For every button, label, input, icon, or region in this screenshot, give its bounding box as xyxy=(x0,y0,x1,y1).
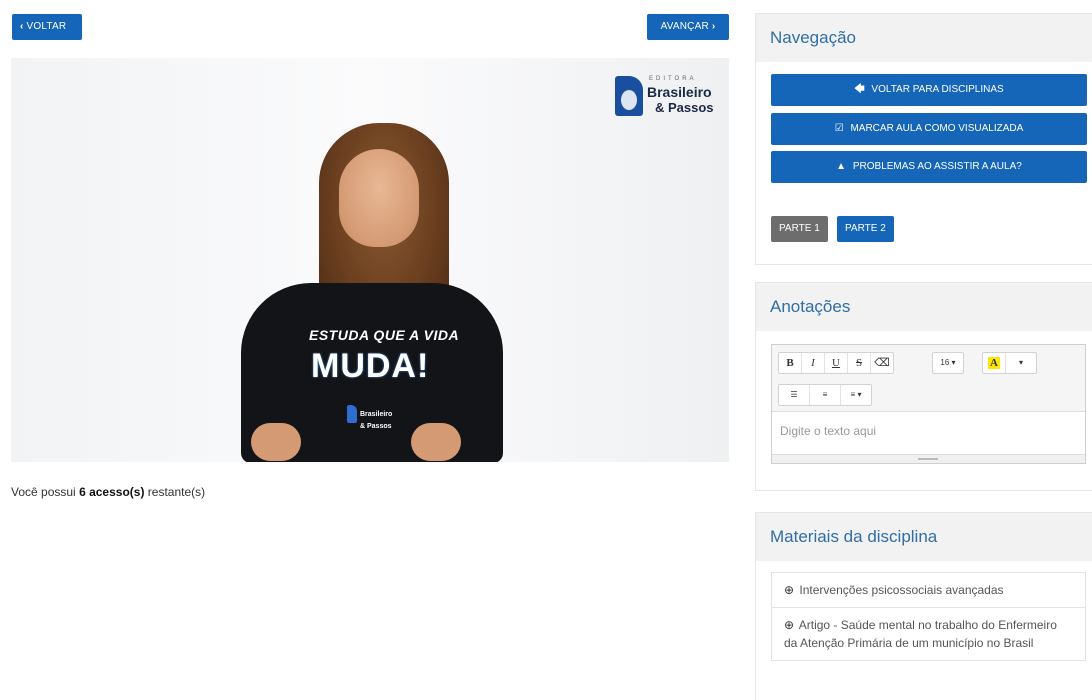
font-size-group: 16 ▾ xyxy=(932,352,964,374)
brand-small-text: EDITORA xyxy=(649,76,697,82)
shirt-logo-line2: & Passos xyxy=(360,423,392,430)
editor-resize-handle[interactable] xyxy=(772,454,1085,463)
back-to-disciplines-button[interactable]: 🡄 VOLTAR PARA DISCIPLINAS xyxy=(771,74,1087,106)
navigation-panel: Navegação 🡄 VOLTAR PARA DISCIPLINAS ☑ MA… xyxy=(756,14,1092,264)
chevron-left-icon: ‹ xyxy=(20,21,24,32)
access-count: 6 acesso(s) xyxy=(79,485,145,499)
access-prefix: Você possui xyxy=(11,485,76,499)
arrow-left-icon: 🡄 xyxy=(854,84,865,95)
mark-viewed-label: MARCAR AULA COMO VISUALIZADA xyxy=(850,123,1024,134)
highlight-icon: A xyxy=(988,357,1000,369)
shirt-logo-line1: Brasileiro xyxy=(360,410,393,418)
shirt-logo: Brasileiro & Passos xyxy=(347,405,401,431)
shirt-text-line1: ESTUDA QUE A VIDA xyxy=(309,327,460,343)
presenter-face xyxy=(339,149,419,247)
highlight-group: A ▾ xyxy=(982,352,1037,374)
back-button[interactable]: ‹ VOLTAR xyxy=(12,14,82,40)
mark-viewed-button[interactable]: ☑ MARCAR AULA COMO VISUALIZADA xyxy=(771,113,1087,145)
brand-mark-icon xyxy=(615,76,643,116)
materials-title: Materiais da disciplina xyxy=(756,513,1092,561)
part-2-button[interactable]: PARTE 2 xyxy=(837,216,894,242)
shirt-logo-mark-icon xyxy=(347,405,357,423)
notes-title: Anotações xyxy=(756,283,1092,331)
access-remaining-text: Você possui 6 acesso(s) restante(s) xyxy=(11,485,205,499)
presenter-right-hand xyxy=(411,423,461,461)
materials-list: ⊕ Intervenções psicossociais avançadas ⊕… xyxy=(771,572,1086,661)
brand-line1: Brasileiro xyxy=(647,84,712,100)
video-player[interactable]: EDITORA Brasileiro & Passos ESTUDA QUE A… xyxy=(11,58,729,462)
report-problem-label: PROBLEMAS AO ASSISTIR A AULA? xyxy=(852,161,1022,172)
chevron-right-icon: › xyxy=(711,21,716,32)
presenter-image: ESTUDA QUE A VIDA MUDA! Brasileiro & Pas… xyxy=(231,123,521,462)
back-label: VOLTAR xyxy=(26,21,67,32)
align-dropdown[interactable]: ≡ ▾ xyxy=(841,385,871,405)
italic-button[interactable]: I xyxy=(802,353,825,373)
brand-line2: & Passos xyxy=(655,100,714,115)
notes-text-area[interactable]: Digite o texto aqui xyxy=(772,412,1085,450)
navigation-title: Navegação xyxy=(756,14,1092,62)
material-item[interactable]: ⊕ Artigo - Saúde mental no trabalho do E… xyxy=(771,607,1086,661)
list-align-group: ☰ ≡ ≡ ▾ xyxy=(778,384,872,406)
underline-button[interactable]: U xyxy=(825,353,848,373)
check-square-icon: ☑ xyxy=(834,123,844,134)
ordered-list-icon[interactable]: ≡ xyxy=(810,385,841,405)
font-size-dropdown[interactable]: 16 ▾ xyxy=(933,353,963,373)
next-button[interactable]: AVANÇAR › xyxy=(647,14,729,40)
notes-editor: B I U S ⌫ 16 ▾ A ▾ ☰ ≡ ≡ ▾ Digite o text… xyxy=(771,344,1086,464)
access-suffix: restante(s) xyxy=(147,485,206,499)
highlight-dropdown-caret[interactable]: ▾ xyxy=(1006,353,1036,373)
warning-icon: ▲ xyxy=(836,161,847,172)
presenter-left-hand xyxy=(251,423,301,461)
next-label: AVANÇAR xyxy=(660,21,709,32)
unordered-list-icon[interactable]: ☰ xyxy=(779,385,810,405)
eraser-icon[interactable]: ⌫ xyxy=(871,353,893,373)
part-1-button[interactable]: PARTE 1 xyxy=(771,216,828,242)
strikethrough-button[interactable]: S xyxy=(848,353,871,373)
format-button-group: B I U S ⌫ xyxy=(778,352,894,374)
report-problem-button[interactable]: ▲ PROBLEMAS AO ASSISTIR A AULA? xyxy=(771,151,1087,183)
download-circle-icon: ⊕ xyxy=(784,583,795,597)
material-item[interactable]: ⊕ Intervenções psicossociais avançadas xyxy=(771,572,1086,608)
materials-panel: Materiais da disciplina ⊕ Intervenções p… xyxy=(756,513,1092,700)
bold-button[interactable]: B xyxy=(779,353,802,373)
material-label: Artigo - Saúde mental no trabalho do Enf… xyxy=(784,618,1057,650)
notes-panel: Anotações B I U S ⌫ 16 ▾ A ▾ ☰ ≡ ≡ ▾ Dig… xyxy=(756,283,1092,490)
brand-logo: EDITORA Brasileiro & Passos xyxy=(615,74,715,118)
editor-toolbar: B I U S ⌫ 16 ▾ A ▾ ☰ ≡ ≡ ▾ xyxy=(772,345,1085,412)
back-to-disciplines-label: VOLTAR PARA DISCIPLINAS xyxy=(871,84,1004,95)
download-circle-icon: ⊕ xyxy=(784,618,795,632)
highlight-color-button[interactable]: A xyxy=(983,353,1006,373)
material-label: Intervenções psicossociais avançadas xyxy=(799,583,1004,597)
shirt-text-line2: MUDA! xyxy=(311,347,430,385)
